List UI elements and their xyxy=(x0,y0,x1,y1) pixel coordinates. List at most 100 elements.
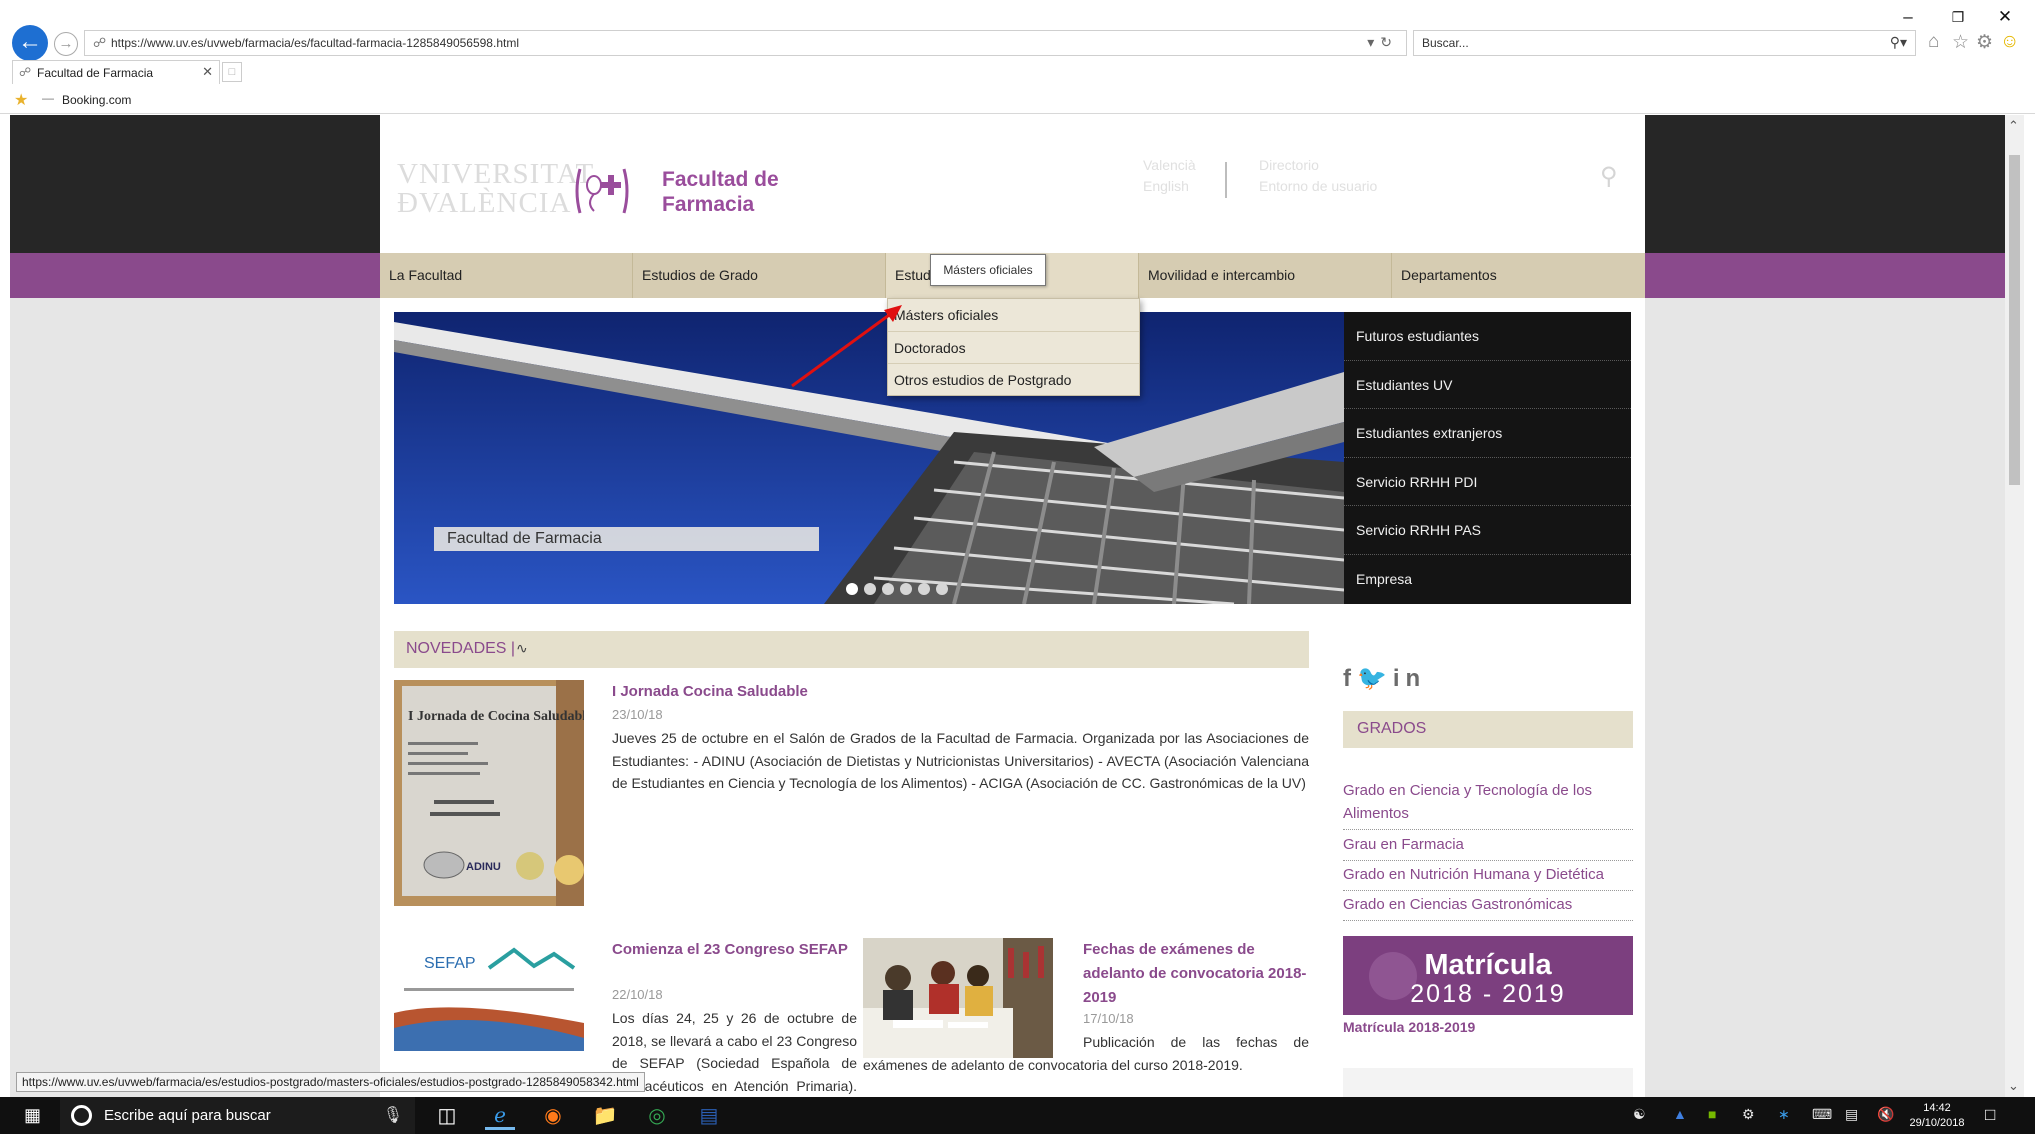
faculty-line1: Facultad de xyxy=(662,168,779,191)
browser-search-placeholder: Buscar... xyxy=(1422,36,1469,50)
volume-muted-icon[interactable]: 🔇 xyxy=(1877,1106,1894,1123)
news-title-2[interactable]: Comienza el 23 Congreso SEFAP xyxy=(612,938,857,962)
news-body-1: Jueves 25 de octubre en el Salón de Grad… xyxy=(612,730,1309,791)
scroll-down-icon[interactable]: ⌄ xyxy=(2008,1078,2019,1094)
news-image-sefap[interactable]: SEFAP xyxy=(394,938,584,1051)
postgrado-dropdown: Másters oficiales Doctorados Otros estud… xyxy=(887,298,1140,396)
matricula-link[interactable]: Matrícula 2018-2019 xyxy=(1343,1019,1475,1035)
faculty-logo-text[interactable]: Facultad de Farmacia xyxy=(662,167,779,217)
lang-english-link[interactable]: English xyxy=(1143,178,1189,194)
audience-futuros[interactable]: Futuros estudiantes xyxy=(1344,312,1631,361)
lang-valencia-link[interactable]: Valencià xyxy=(1143,157,1196,173)
chrome-icon[interactable]: ◎ xyxy=(642,1102,672,1130)
favorites-star-icon[interactable]: ☆ xyxy=(1952,31,1969,54)
carousel-dot[interactable] xyxy=(864,583,876,595)
network-settings-icon[interactable]: ⚙ xyxy=(1742,1106,1755,1123)
facebook-icon[interactable]: f xyxy=(1343,665,1357,692)
nav-movilidad[interactable]: Movilidad e intercambio xyxy=(1139,253,1392,298)
close-tab-icon[interactable]: ✕ xyxy=(202,64,213,80)
carousel-dot[interactable] xyxy=(936,583,948,595)
close-window-button[interactable]: ✕ xyxy=(1982,4,2028,30)
carousel-dot[interactable] xyxy=(900,583,912,595)
nvidia-icon[interactable]: ■ xyxy=(1708,1106,1716,1122)
audience-menu: Futuros estudiantes Estudiantes UV Estud… xyxy=(1344,312,1631,604)
uv-logo[interactable]: VNIVERSITAT ÐVALÈNCIA xyxy=(397,160,593,220)
word-icon[interactable]: ▤ xyxy=(694,1102,724,1130)
web-page: VNIVERSITAT ÐVALÈNCIA Facultad de Farmac… xyxy=(10,115,2015,1097)
matricula-banner[interactable]: Matrícula 2018 - 2019 xyxy=(1343,936,1633,1015)
content-column: VNIVERSITAT ÐVALÈNCIA Facultad de Farmac… xyxy=(380,115,1645,1097)
twitter-icon[interactable]: 🐦 xyxy=(1357,665,1393,692)
task-view-icon[interactable]: ◫ xyxy=(432,1102,462,1130)
taskbar-search[interactable]: Escribe aquí para buscar 🎙 xyxy=(60,1097,415,1134)
wifi-icon[interactable]: ▤ xyxy=(1845,1106,1858,1123)
grado-farmacia[interactable]: Grau en Farmacia xyxy=(1343,833,1633,861)
address-tools[interactable]: ▾↻ xyxy=(1367,34,1398,51)
add-favorite-icon[interactable]: ★ xyxy=(14,90,28,110)
notification-center-icon[interactable]: □ xyxy=(1985,1105,1995,1125)
scroll-up-icon[interactable]: ⌃ xyxy=(2008,118,2019,134)
internet-explorer-icon[interactable]: ℯ xyxy=(485,1102,515,1130)
bluetooth-icon[interactable]: ∗ xyxy=(1778,1106,1790,1123)
carousel-dot[interactable] xyxy=(882,583,894,595)
search-icon[interactable]: ⚲▾ xyxy=(1890,34,1907,51)
keyboard-icon[interactable]: ⌨ xyxy=(1812,1106,1832,1123)
people-icon[interactable]: ☯ xyxy=(1633,1106,1646,1123)
restore-button[interactable]: ❐ xyxy=(1935,4,1981,30)
carousel-dots xyxy=(846,582,954,598)
browser-tab[interactable]: ☍ Facultad de Farmacia ✕ xyxy=(12,60,220,84)
grado-ciencia-alimentos[interactable]: Grado en Ciencia y Tecnología de los Ali… xyxy=(1343,779,1633,830)
scrollbar-thumb[interactable] xyxy=(2009,155,2020,485)
minimize-button[interactable]: – xyxy=(1885,4,1931,30)
dropdown-arrow-icon[interactable]: ▾ xyxy=(1367,34,1380,50)
new-tab-button[interactable]: □ xyxy=(222,62,242,82)
windows-start-icon[interactable]: ▦ xyxy=(24,1105,46,1127)
rss-icon[interactable]: ∿ xyxy=(516,640,528,657)
home-icon[interactable]: ⌂ xyxy=(1928,31,1939,53)
social-links: f🐦in xyxy=(1343,664,1426,693)
novedades-title[interactable]: NOVEDADES | xyxy=(406,640,515,658)
audience-extranjeros[interactable]: Estudiantes extranjeros xyxy=(1344,409,1631,458)
favorite-booking[interactable]: Booking.com xyxy=(62,93,131,107)
grado-gastronomicas[interactable]: Grado en Ciencias Gastronómicas xyxy=(1343,893,1633,921)
news-title-3[interactable]: Fechas de exámenes de adelanto de convoc… xyxy=(1083,938,1311,1010)
grado-nutricion[interactable]: Grado en Nutrición Humana y Dietética xyxy=(1343,863,1633,891)
directorio-link[interactable]: Directorio xyxy=(1259,157,1319,173)
refresh-icon[interactable]: ↻ xyxy=(1380,34,1398,50)
news-title-1[interactable]: I Jornada Cocina Saludable xyxy=(612,680,1042,704)
entorno-usuario-link[interactable]: Entorno de usuario xyxy=(1259,178,1377,194)
address-bar[interactable]: ☍ https://www.uv.es/uvweb/farmacia/es/fa… xyxy=(84,30,1407,56)
vertical-scrollbar[interactable]: ⌃ ⌄ xyxy=(2005,115,2024,1097)
audience-empresa[interactable]: Empresa xyxy=(1344,555,1631,604)
firefox-icon[interactable]: ◉ xyxy=(538,1102,568,1130)
nav-estudios-grado[interactable]: Estudios de Grado xyxy=(633,253,886,298)
audience-rrhh-pas[interactable]: Servicio RRHH PAS xyxy=(1344,506,1631,555)
news-image-cocina[interactable]: I Jornada de Cocina Saludable ADINU xyxy=(394,680,584,906)
clock[interactable]: 14:42 29/10/2018 xyxy=(1906,1101,1968,1131)
dropdown-otros[interactable]: Otros estudios de Postgrado xyxy=(888,364,1139,397)
audience-estudiantes-uv[interactable]: Estudiantes UV xyxy=(1344,361,1631,410)
sidebar-card-partial[interactable] xyxy=(1343,1068,1633,1097)
file-explorer-icon[interactable]: 📁 xyxy=(590,1102,620,1130)
forward-button[interactable]: → xyxy=(54,32,78,56)
address-url[interactable]: https://www.uv.es/uvweb/farmacia/es/facu… xyxy=(111,36,519,50)
settings-gear-icon[interactable]: ⚙ xyxy=(1976,31,1993,54)
dropdown-doctorados[interactable]: Doctorados xyxy=(888,332,1139,364)
site-search-button[interactable]: ⚲ xyxy=(1600,162,1630,192)
site-search-input[interactable] xyxy=(1394,163,1584,189)
dropdown-masters[interactable]: Másters oficiales xyxy=(888,299,1139,332)
carousel-dot[interactable] xyxy=(918,583,930,595)
back-button[interactable]: ← xyxy=(12,25,48,61)
audience-rrhh-pdi[interactable]: Servicio RRHH PDI xyxy=(1344,458,1631,507)
linkedin-icon[interactable]: in xyxy=(1393,665,1426,692)
news-date-3: 17/10/18 xyxy=(1083,1011,1134,1026)
microphone-icon[interactable]: 🎙 xyxy=(383,1105,403,1125)
carousel-dot[interactable] xyxy=(846,583,858,595)
browser-chrome: – ❐ ✕ ← → ☍ https://www.uv.es/uvweb/farm… xyxy=(0,0,2035,114)
nav-la-facultad[interactable]: La Facultad xyxy=(380,253,633,298)
matricula-banner-year: 2018 - 2019 xyxy=(1410,980,1566,1008)
smiley-feedback-icon[interactable]: ☺ xyxy=(2000,31,2019,53)
malwarebytes-icon[interactable]: ▲ xyxy=(1673,1106,1687,1122)
browser-search-box[interactable]: Buscar... ⚲▾ xyxy=(1413,30,1916,56)
nav-departamentos[interactable]: Departamentos xyxy=(1392,253,1645,298)
